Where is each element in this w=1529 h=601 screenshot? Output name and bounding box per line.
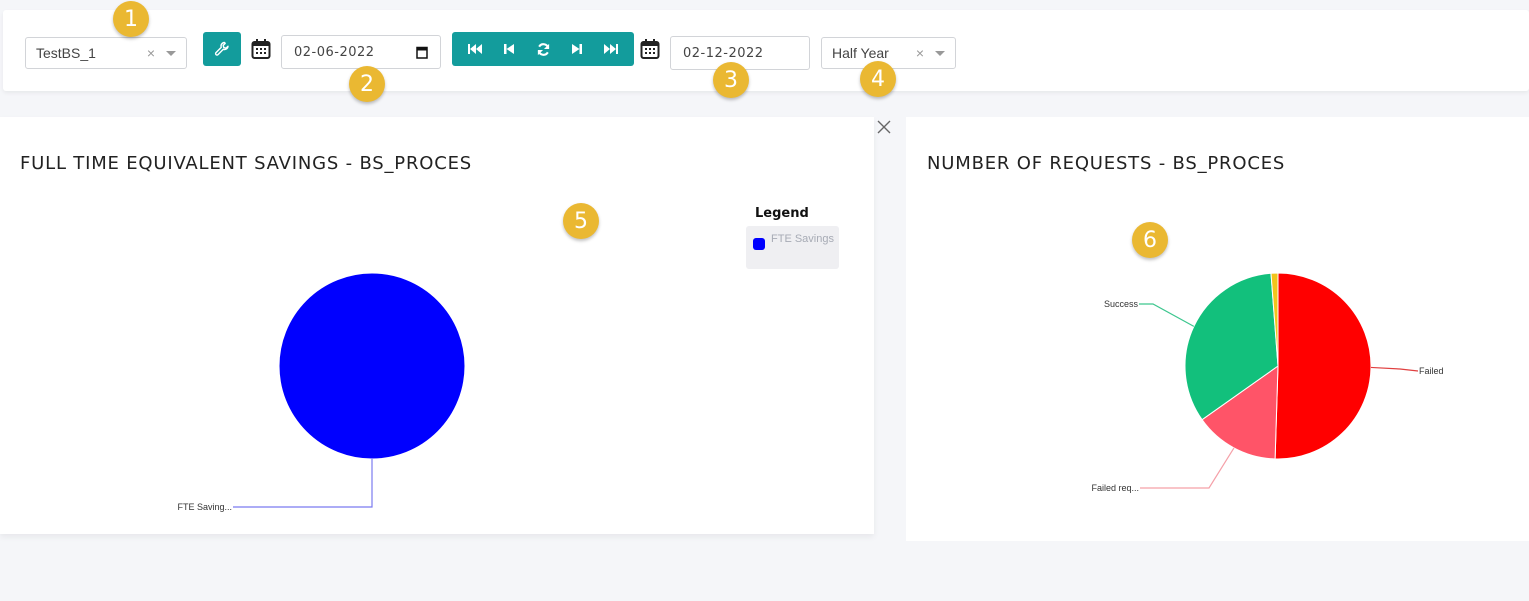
label-leader-line bbox=[233, 459, 373, 508]
annotation-badge: 3 bbox=[713, 62, 749, 98]
annotation-badge: 2 bbox=[349, 66, 385, 102]
charts-layer: FTE Saving... Failed Failed req... Success bbox=[177, 272, 1444, 512]
annotation-badge: 4 bbox=[860, 61, 896, 97]
label-leader-line bbox=[1370, 366, 1419, 372]
annotation-badge: 1 bbox=[113, 1, 149, 37]
slice-label-fte-savings: FTE Saving... bbox=[177, 502, 232, 512]
annotation-badge: 6 bbox=[1132, 222, 1168, 258]
slice-label-failed: Failed bbox=[1419, 366, 1444, 376]
slice-label-success: Success bbox=[1104, 299, 1139, 309]
requests-pie: Failed Failed req... Success bbox=[1091, 272, 1444, 493]
pie-slice-failed[interactable] bbox=[1274, 272, 1372, 460]
annotation-badge: 5 bbox=[563, 203, 599, 239]
fte-savings-pie: FTE Saving... bbox=[177, 272, 466, 512]
label-leader-line bbox=[1140, 447, 1235, 489]
pie-slice-fte-savings[interactable] bbox=[278, 272, 466, 460]
label-leader-line bbox=[1139, 303, 1195, 327]
slice-label-failed-requests: Failed req... bbox=[1091, 483, 1139, 493]
